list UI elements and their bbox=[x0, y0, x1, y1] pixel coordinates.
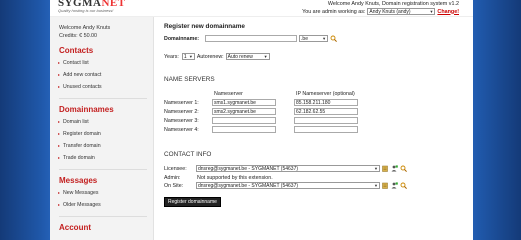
onsite-select[interactable]: dnsreg@sygmanet.be - SYGMANET (54637) ▼ bbox=[196, 182, 380, 189]
header: SYGMANET Quality hosting is our business… bbox=[50, 0, 473, 17]
sidebar: Welcome Andy Knuts Credits: € 50.00 Cont… bbox=[50, 17, 154, 240]
ns3-ip-input[interactable] bbox=[294, 117, 358, 124]
domain-row: Domainname: .be ▼ bbox=[164, 35, 337, 42]
chevron-down-icon: ▼ bbox=[429, 9, 434, 14]
header-welcome: Welcome Andy Knuts, Domain registration … bbox=[327, 1, 459, 7]
chevron-down-icon: ▼ bbox=[374, 183, 378, 188]
chevron-down-icon: ▼ bbox=[188, 54, 193, 59]
sidebar-item-unused-contacts[interactable]: Unused contacts bbox=[58, 81, 153, 93]
ns4-ip-input[interactable] bbox=[294, 126, 358, 133]
sidebar-item-older-messages[interactable]: Older Messages bbox=[58, 199, 153, 211]
sidebar-item-domain-list[interactable]: Domain list bbox=[58, 116, 153, 128]
page-title: Register new domainname bbox=[164, 23, 245, 30]
chevron-down-icon: ▼ bbox=[263, 54, 268, 59]
years-row: Years: 1 ▼ Autorenew: Auto renew ▼ bbox=[164, 53, 270, 60]
ns1-name-input[interactable]: sms1.sygmanet.be bbox=[212, 99, 276, 106]
chevron-down-icon: ▼ bbox=[322, 36, 327, 41]
ns-col-ip-header: IP Nameserver (optional) bbox=[296, 91, 355, 97]
register-domain-button[interactable]: Register domainname bbox=[164, 197, 221, 207]
tagline: Quality hosting is our business! bbox=[58, 8, 114, 13]
licensee-select[interactable]: dnsreg@sygmanet.be - SYGMANET (54637) ▼ bbox=[196, 165, 380, 172]
onsite-row: dnsreg@sygmanet.be - SYGMANET (54637) ▼ bbox=[196, 182, 407, 189]
ns3-label: Nameserver 3: bbox=[164, 118, 199, 124]
sidebar-item-contact-list[interactable]: Contact list bbox=[58, 57, 153, 69]
years-select[interactable]: 1 ▼ bbox=[181, 53, 195, 60]
page-frame: SYGMANET Quality hosting is our business… bbox=[50, 0, 473, 240]
ns2-name-input[interactable]: sms2.sygmanet.be bbox=[212, 108, 276, 115]
section-messages-title: Messages bbox=[59, 176, 98, 185]
change-admin-link[interactable]: Change! bbox=[437, 9, 459, 15]
admin-contact-value: Not supported by this extension. bbox=[197, 175, 273, 181]
ns-col-name-header: Nameserver bbox=[214, 91, 243, 97]
contact-info-heading: CONTACT INFO bbox=[164, 151, 212, 158]
sidebar-welcome: Welcome Andy Knuts bbox=[59, 25, 111, 31]
sidebar-item-trade-domain[interactable]: Trade domain bbox=[58, 152, 153, 164]
edit-contact-icon[interactable] bbox=[382, 165, 389, 172]
autorenew-label: Autorenew: bbox=[196, 53, 224, 60]
section-domainnames-title: Domainnames bbox=[59, 105, 114, 114]
admin-switcher: You are admin working as: Andy Knuts (an… bbox=[302, 8, 459, 15]
sidebar-item-register-domain[interactable]: Register domain bbox=[58, 128, 153, 140]
divider bbox=[59, 169, 147, 170]
ns4-label: Nameserver 4: bbox=[164, 127, 199, 133]
domain-label: Domainname: bbox=[164, 35, 200, 42]
add-user-icon[interactable] bbox=[391, 165, 398, 172]
admin-user-select[interactable]: Andy Knuts (andy) ▼ bbox=[367, 8, 436, 15]
tld-select[interactable]: .be ▼ bbox=[299, 35, 329, 42]
autorenew-select[interactable]: Auto renew ▼ bbox=[225, 53, 270, 60]
sidebar-item-new-messages[interactable]: New Messages bbox=[58, 187, 153, 199]
sidebar-item-add-contact[interactable]: Add new contact bbox=[58, 69, 153, 81]
section-account-title: Account bbox=[59, 223, 91, 232]
main-content: Register new domainname Domainname: .be ▼… bbox=[164, 17, 464, 240]
admin-contact-label: Admin: bbox=[164, 175, 181, 181]
onsite-label: On Site: bbox=[164, 183, 184, 189]
section-contacts-title: Contacts bbox=[59, 46, 94, 55]
chevron-down-icon: ▼ bbox=[374, 166, 378, 171]
nameservers-heading: NAME SERVERS bbox=[164, 76, 215, 83]
search-icon[interactable] bbox=[330, 35, 337, 42]
ns1-label: Nameserver 1: bbox=[164, 100, 199, 106]
domain-input[interactable] bbox=[205, 35, 298, 42]
divider bbox=[59, 98, 147, 99]
divider bbox=[59, 216, 147, 217]
search-icon[interactable] bbox=[400, 182, 407, 189]
credits: Credits: € 50.00 bbox=[59, 33, 98, 39]
ns2-label: Nameserver 2: bbox=[164, 109, 199, 115]
sidebar-item-transfer-domain[interactable]: Transfer domain bbox=[58, 140, 153, 152]
licensee-row: dnsreg@sygmanet.be - SYGMANET (54637) ▼ bbox=[196, 165, 407, 172]
edit-contact-icon[interactable] bbox=[382, 182, 389, 189]
ns4-name-input[interactable] bbox=[212, 126, 276, 133]
years-label: Years: bbox=[164, 53, 179, 60]
ns3-name-input[interactable] bbox=[212, 117, 276, 124]
add-user-icon[interactable] bbox=[391, 182, 398, 189]
admin-prefix: You are admin working as: bbox=[302, 8, 366, 15]
search-icon[interactable] bbox=[400, 165, 407, 172]
licensee-label: Licensee: bbox=[164, 166, 187, 172]
ns2-ip-input[interactable]: 62.182.62.55 bbox=[294, 108, 358, 115]
ns1-ip-input[interactable]: 85.158.211.180 bbox=[294, 99, 358, 106]
